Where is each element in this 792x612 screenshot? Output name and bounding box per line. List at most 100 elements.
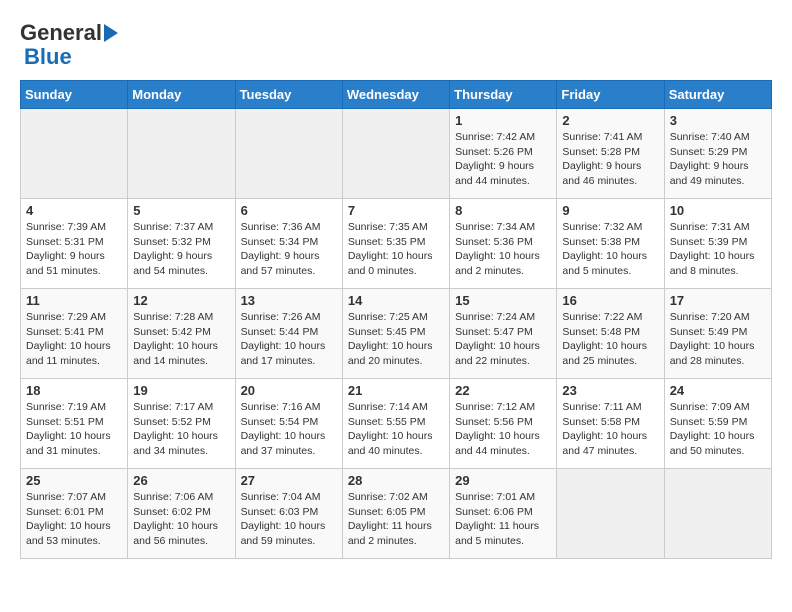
calendar-day-cell: 12Sunrise: 7:28 AMSunset: 5:42 PMDayligh… [128, 289, 235, 379]
calendar-day-cell [557, 469, 664, 559]
calendar-week-row: 18 Sunrise: 7:19 AMSunset: 5:51 PMDayligh… [21, 379, 772, 469]
day-number: 29 [455, 473, 551, 488]
calendar-week-row: 4 Sunrise: 7:39 AMSunset: 5:31 PMDaylight… [21, 199, 772, 289]
calendar-day-cell [128, 109, 235, 199]
day-info: Sunrise: 7:36 AMSunset: 5:34 PMDaylight:… [241, 220, 337, 279]
day-number: 15 [455, 293, 551, 308]
calendar-day-cell: 5 Sunrise: 7:37 AMSunset: 5:32 PMDaylight… [128, 199, 235, 289]
calendar-header-row: SundayMondayTuesdayWednesdayThursdayFrid… [21, 81, 772, 109]
calendar-day-cell: 22 Sunrise: 7:12 AMSunset: 5:56 PMDayligh… [450, 379, 557, 469]
day-info: Sunrise: 7:19 AMSunset: 5:51 PMDaylight:… [26, 400, 122, 459]
day-number: 6 [241, 203, 337, 218]
day-info: Sunrise: 7:34 AMSunset: 5:36 PMDaylight:… [455, 220, 551, 279]
calendar-day-cell: 9Sunrise: 7:32 AMSunset: 5:38 PMDaylight… [557, 199, 664, 289]
day-number: 25 [26, 473, 122, 488]
calendar-day-cell: 3 Sunrise: 7:40 AMSunset: 5:29 PMDaylight… [664, 109, 771, 199]
day-number: 1 [455, 113, 551, 128]
calendar-day-cell: 25 Sunrise: 7:07 AMSunset: 6:01 PMDayligh… [21, 469, 128, 559]
calendar-day-cell [235, 109, 342, 199]
day-info: Sunrise: 7:20 AMSunset: 5:49 PMDaylight:… [670, 310, 766, 369]
day-info: Sunrise: 7:22 AMSunset: 5:48 PMDaylight:… [562, 310, 658, 369]
day-number: 12 [133, 293, 229, 308]
calendar-day-cell: 27Sunrise: 7:04 AMSunset: 6:03 PMDayligh… [235, 469, 342, 559]
calendar-day-header: Sunday [21, 81, 128, 109]
calendar-day-header: Wednesday [342, 81, 449, 109]
calendar-day-cell: 1 Sunrise: 7:42 AMSunset: 5:26 PMDaylight… [450, 109, 557, 199]
calendar-day-cell: 13 Sunrise: 7:26 AMSunset: 5:44 PMDayligh… [235, 289, 342, 379]
calendar-day-cell [21, 109, 128, 199]
calendar-day-cell: 8 Sunrise: 7:34 AMSunset: 5:36 PMDaylight… [450, 199, 557, 289]
day-info: Sunrise: 7:01 AMSunset: 6:06 PMDaylight:… [455, 490, 551, 549]
logo-general-text: General [20, 20, 102, 46]
calendar-day-cell: 7Sunrise: 7:35 AMSunset: 5:35 PMDaylight… [342, 199, 449, 289]
day-info: Sunrise: 7:39 AMSunset: 5:31 PMDaylight:… [26, 220, 122, 279]
day-number: 19 [133, 383, 229, 398]
day-number: 11 [26, 293, 122, 308]
day-info: Sunrise: 7:06 AMSunset: 6:02 PMDaylight:… [133, 490, 229, 549]
day-number: 4 [26, 203, 122, 218]
day-number: 17 [670, 293, 766, 308]
header: General Blue [20, 20, 772, 70]
day-info: Sunrise: 7:14 AMSunset: 5:55 PMDaylight:… [348, 400, 444, 459]
day-number: 3 [670, 113, 766, 128]
calendar: SundayMondayTuesdayWednesdayThursdayFrid… [20, 80, 772, 559]
day-number: 5 [133, 203, 229, 218]
calendar-day-cell: 20 Sunrise: 7:16 AMSunset: 5:54 PMDayligh… [235, 379, 342, 469]
day-info: Sunrise: 7:09 AMSunset: 5:59 PMDaylight:… [670, 400, 766, 459]
day-info: Sunrise: 7:16 AMSunset: 5:54 PMDaylight:… [241, 400, 337, 459]
calendar-day-cell: 28 Sunrise: 7:02 AMSunset: 6:05 PMDayligh… [342, 469, 449, 559]
logo-arrow-icon [102, 22, 120, 44]
day-info: Sunrise: 7:26 AMSunset: 5:44 PMDaylight:… [241, 310, 337, 369]
calendar-day-header: Tuesday [235, 81, 342, 109]
calendar-day-header: Saturday [664, 81, 771, 109]
day-number: 9 [562, 203, 658, 218]
day-number: 10 [670, 203, 766, 218]
day-info: Sunrise: 7:02 AMSunset: 6:05 PMDaylight:… [348, 490, 444, 549]
day-info: Sunrise: 7:42 AMSunset: 5:26 PMDaylight:… [455, 130, 551, 189]
calendar-day-cell: 15 Sunrise: 7:24 AMSunset: 5:47 PMDayligh… [450, 289, 557, 379]
day-number: 21 [348, 383, 444, 398]
calendar-day-cell: 19 Sunrise: 7:17 AMSunset: 5:52 PMDayligh… [128, 379, 235, 469]
calendar-day-cell: 14Sunrise: 7:25 AMSunset: 5:45 PMDayligh… [342, 289, 449, 379]
day-number: 26 [133, 473, 229, 488]
day-info: Sunrise: 7:17 AMSunset: 5:52 PMDaylight:… [133, 400, 229, 459]
day-info: Sunrise: 7:37 AMSunset: 5:32 PMDaylight:… [133, 220, 229, 279]
day-info: Sunrise: 7:35 AMSunset: 5:35 PMDaylight:… [348, 220, 444, 279]
logo: General Blue [20, 20, 120, 70]
calendar-day-cell: 4 Sunrise: 7:39 AMSunset: 5:31 PMDaylight… [21, 199, 128, 289]
day-number: 22 [455, 383, 551, 398]
calendar-day-header: Monday [128, 81, 235, 109]
calendar-day-cell: 21 Sunrise: 7:14 AMSunset: 5:55 PMDayligh… [342, 379, 449, 469]
calendar-day-cell: 11 Sunrise: 7:29 AMSunset: 5:41 PMDayligh… [21, 289, 128, 379]
day-info: Sunrise: 7:40 AMSunset: 5:29 PMDaylight:… [670, 130, 766, 189]
day-number: 8 [455, 203, 551, 218]
calendar-week-row: 1 Sunrise: 7:42 AMSunset: 5:26 PMDaylight… [21, 109, 772, 199]
day-number: 16 [562, 293, 658, 308]
day-number: 13 [241, 293, 337, 308]
day-number: 23 [562, 383, 658, 398]
calendar-week-row: 25 Sunrise: 7:07 AMSunset: 6:01 PMDayligh… [21, 469, 772, 559]
day-number: 20 [241, 383, 337, 398]
day-info: Sunrise: 7:31 AMSunset: 5:39 PMDaylight:… [670, 220, 766, 279]
calendar-day-cell: 2Sunrise: 7:41 AMSunset: 5:28 PMDaylight… [557, 109, 664, 199]
calendar-day-cell: 26 Sunrise: 7:06 AMSunset: 6:02 PMDayligh… [128, 469, 235, 559]
calendar-day-header: Thursday [450, 81, 557, 109]
day-info: Sunrise: 7:41 AMSunset: 5:28 PMDaylight:… [562, 130, 658, 189]
calendar-day-cell: 29 Sunrise: 7:01 AMSunset: 6:06 PMDayligh… [450, 469, 557, 559]
day-info: Sunrise: 7:29 AMSunset: 5:41 PMDaylight:… [26, 310, 122, 369]
calendar-day-cell: 23 Sunrise: 7:11 AMSunset: 5:58 PMDayligh… [557, 379, 664, 469]
day-info: Sunrise: 7:25 AMSunset: 5:45 PMDaylight:… [348, 310, 444, 369]
calendar-day-cell: 18 Sunrise: 7:19 AMSunset: 5:51 PMDayligh… [21, 379, 128, 469]
day-info: Sunrise: 7:24 AMSunset: 5:47 PMDaylight:… [455, 310, 551, 369]
day-info: Sunrise: 7:12 AMSunset: 5:56 PMDaylight:… [455, 400, 551, 459]
calendar-day-cell: 17 Sunrise: 7:20 AMSunset: 5:49 PMDayligh… [664, 289, 771, 379]
calendar-day-cell [342, 109, 449, 199]
calendar-day-cell: 10 Sunrise: 7:31 AMSunset: 5:39 PMDayligh… [664, 199, 771, 289]
day-number: 24 [670, 383, 766, 398]
day-info: Sunrise: 7:07 AMSunset: 6:01 PMDaylight:… [26, 490, 122, 549]
day-number: 28 [348, 473, 444, 488]
calendar-day-cell: 24 Sunrise: 7:09 AMSunset: 5:59 PMDayligh… [664, 379, 771, 469]
day-number: 18 [26, 383, 122, 398]
calendar-day-cell [664, 469, 771, 559]
day-info: Sunrise: 7:11 AMSunset: 5:58 PMDaylight:… [562, 400, 658, 459]
